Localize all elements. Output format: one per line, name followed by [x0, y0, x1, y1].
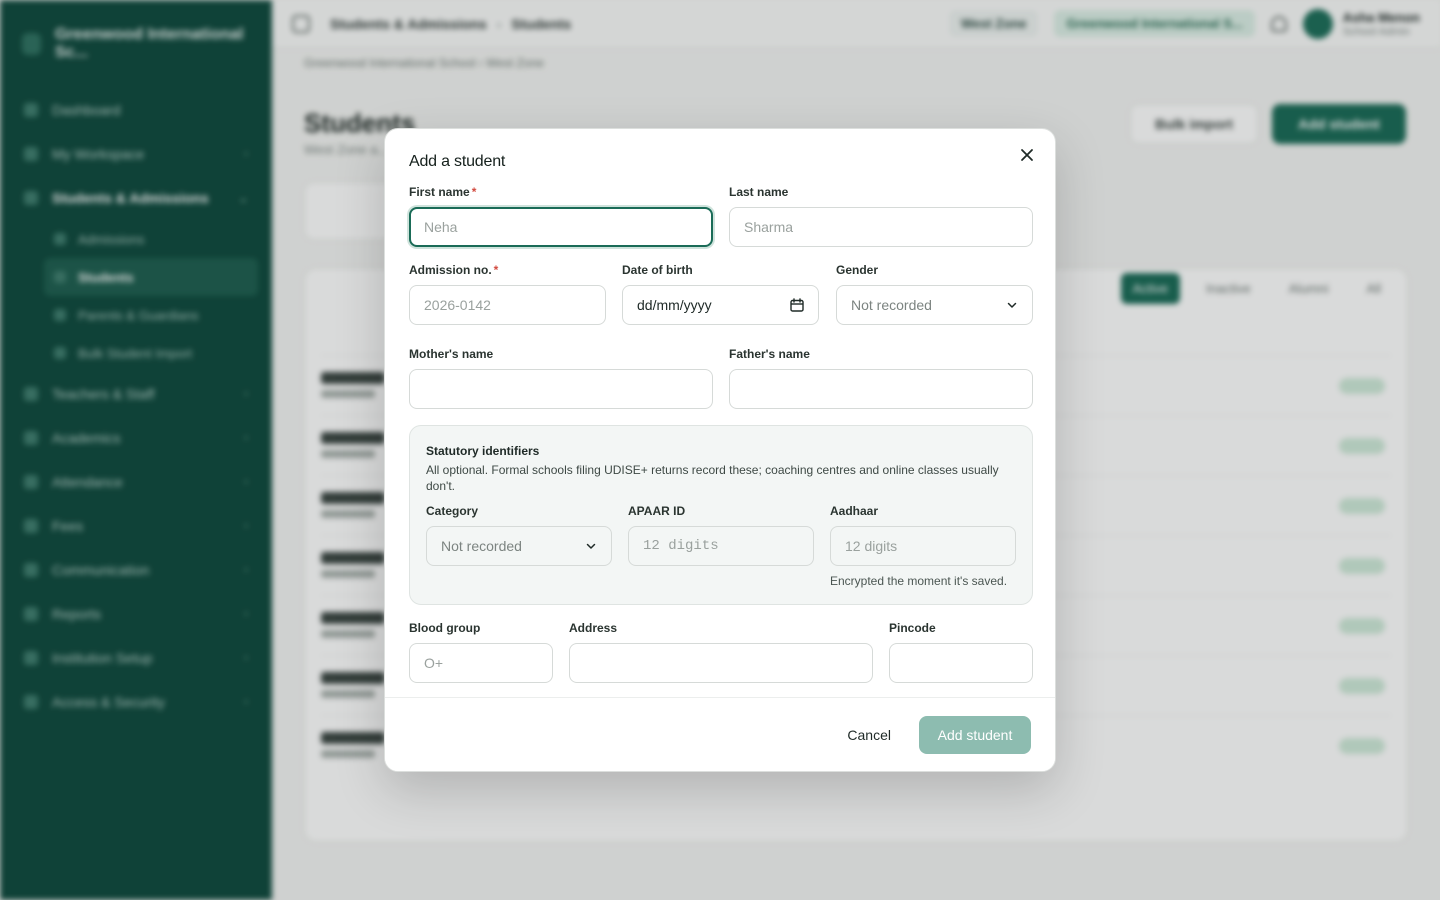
blood-group-group: Blood group [409, 621, 553, 683]
statutory-title: Statutory identifiers [426, 444, 540, 458]
aadhaar-input[interactable] [830, 526, 1016, 566]
cancel-button[interactable]: Cancel [831, 716, 907, 754]
add-student-submit-button[interactable]: Add student [919, 716, 1031, 754]
father-name-label: Father's name [729, 347, 810, 361]
last-name-label: Last name [729, 185, 789, 199]
category-value: Not recorded [441, 538, 522, 554]
statutory-description: All optional. Formal schools filing UDIS… [426, 463, 999, 493]
pincode-group: Pincode [889, 621, 1033, 683]
required-mark: * [471, 185, 477, 199]
close-button[interactable] [1013, 141, 1041, 169]
dob-value: dd/mm/yyyy [637, 297, 712, 313]
dialog-footer: Cancel Add student [385, 697, 1055, 771]
first-name-input[interactable] [409, 207, 713, 247]
chevron-down-icon [1007, 302, 1017, 308]
father-name-input[interactable] [729, 369, 1033, 409]
pincode-label: Pincode [889, 621, 936, 635]
chevron-down-icon [586, 543, 596, 549]
dob-group: Date of birth dd/mm/yyyy [622, 263, 819, 325]
address-group: Address [569, 621, 873, 683]
admission-no-label: Admission no. * [409, 263, 499, 277]
add-student-dialog: Add a student First name* Last name Admi… [384, 128, 1056, 772]
aadhaar-hint: Encrypted the moment it's saved. [830, 574, 1008, 588]
last-name-group: Last name [729, 185, 1033, 247]
last-name-input[interactable] [729, 207, 1033, 247]
category-group: Category Not recorded [426, 504, 612, 566]
dob-label: Date of birth [622, 263, 693, 277]
first-name-group: First name * [409, 185, 713, 247]
calendar-icon[interactable] [790, 298, 804, 312]
apaar-id-input[interactable] [628, 526, 814, 566]
admission-no-input[interactable] [409, 285, 606, 325]
gender-group: Gender Not recorded [836, 263, 1033, 325]
mother-name-input[interactable] [409, 369, 713, 409]
apaar-id-label: APAAR ID [628, 504, 686, 518]
dialog-title: Add a student [409, 153, 506, 170]
gender-label: Gender [836, 263, 879, 277]
father-name-group: Father's name [729, 347, 1033, 409]
blood-group-input[interactable] [409, 643, 553, 683]
pincode-input[interactable] [889, 643, 1033, 683]
category-label: Category [426, 504, 479, 518]
gender-select[interactable]: Not recorded [836, 285, 1033, 325]
aadhaar-group: Aadhaar Encrypted the moment it's saved. [830, 504, 1016, 588]
mother-name-group: Mother's name [409, 347, 713, 409]
statutory-identifiers-section: Statutory identifiers All optional. Form… [409, 425, 1033, 605]
address-input[interactable] [569, 643, 873, 683]
aadhaar-label: Aadhaar [830, 504, 879, 518]
first-name-label: First name * [409, 185, 477, 199]
dob-input[interactable]: dd/mm/yyyy [622, 285, 819, 325]
close-icon [1021, 149, 1033, 161]
blood-group-label: Blood group [409, 621, 481, 635]
apaar-id-group: APAAR ID [628, 504, 814, 566]
mother-name-label: Mother's name [409, 347, 494, 361]
address-label: Address [569, 621, 618, 635]
required-mark: * [493, 263, 499, 277]
admission-no-group: Admission no. * [409, 263, 606, 325]
gender-value: Not recorded [851, 297, 932, 313]
category-select[interactable]: Not recorded [426, 526, 612, 566]
